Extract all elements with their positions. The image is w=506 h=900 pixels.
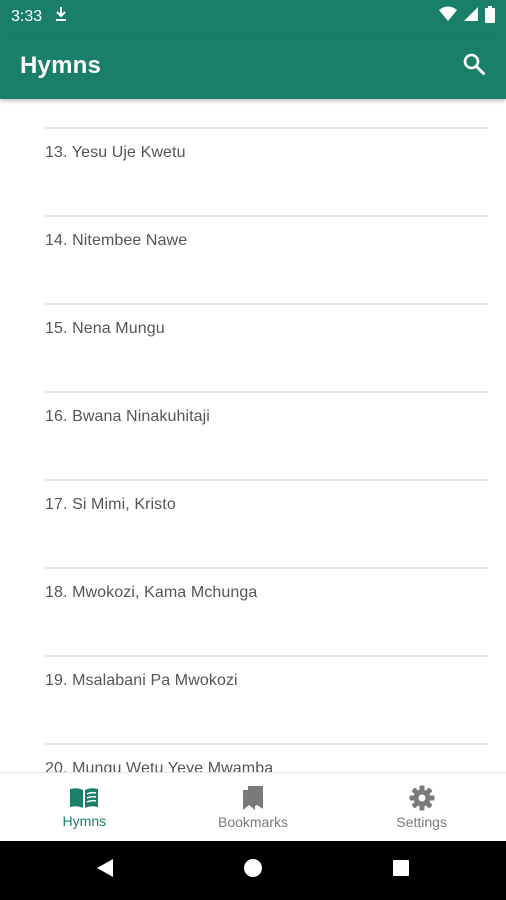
download-notification-icon <box>54 6 68 27</box>
hymn-list[interactable]: 13. Yesu Uje Kwetu 14. Nitembee Nawe 15.… <box>0 99 506 772</box>
nav-item-settings[interactable]: Settings <box>337 773 506 841</box>
status-time: 3:33 <box>11 7 43 25</box>
hymn-title: 17. Si Mimi, Kristo <box>45 496 176 513</box>
divider <box>45 215 487 217</box>
hymn-title: 19. Msalabani Pa Mwokozi <box>45 672 238 689</box>
search-button[interactable] <box>460 52 488 80</box>
nav-item-hymns[interactable]: Hymns <box>0 773 169 841</box>
app-bar: Hymns <box>0 33 506 99</box>
nav-label-hymns: Hymns <box>62 812 107 829</box>
back-button[interactable] <box>31 858 179 883</box>
divider <box>45 655 487 657</box>
bottom-navigation: Hymns Bookmarks Settings <box>0 772 506 841</box>
list-item[interactable]: 15. Nena Mungu <box>0 303 506 391</box>
page-title: Hymns <box>20 52 102 79</box>
recents-button[interactable] <box>327 859 475 882</box>
bookmarks-icon <box>241 785 265 811</box>
back-icon <box>96 858 114 883</box>
list-item[interactable]: 20. Mungu Wetu Yeye Mwamba <box>0 743 506 772</box>
nav-label-bookmarks: Bookmarks <box>217 813 289 830</box>
nav-item-bookmarks[interactable]: Bookmarks <box>169 773 338 841</box>
list-item[interactable]: 14. Nitembee Nawe <box>0 215 506 303</box>
divider <box>45 303 487 305</box>
nav-label-settings: Settings <box>396 813 447 830</box>
battery-icon <box>485 5 495 28</box>
list-item[interactable]: 13. Yesu Uje Kwetu <box>0 127 506 215</box>
divider <box>45 391 487 393</box>
book-icon <box>69 786 99 810</box>
hymn-title: 18. Mwokozi, Kama Mchunga <box>45 584 258 601</box>
list-item[interactable]: 16. Bwana Ninakuhitaji <box>0 391 506 479</box>
status-right <box>439 5 495 28</box>
list-item[interactable]: 18. Mwokozi, Kama Mchunga <box>0 567 506 655</box>
search-icon <box>462 52 486 81</box>
status-bar: 3:33 <box>0 0 506 33</box>
hymn-title: 13. Yesu Uje Kwetu <box>45 144 186 161</box>
wifi-icon <box>439 6 457 27</box>
hymn-title: 16. Bwana Ninakuhitaji <box>45 408 210 425</box>
hymn-title: 14. Nitembee Nawe <box>45 232 188 249</box>
hymn-list-inner: 13. Yesu Uje Kwetu 14. Nitembee Nawe 15.… <box>0 127 506 772</box>
status-left: 3:33 <box>11 6 68 27</box>
system-navigation-bar <box>0 841 506 900</box>
divider <box>45 567 487 569</box>
recents-icon <box>392 859 410 882</box>
list-item[interactable]: 19. Msalabani Pa Mwokozi <box>0 655 506 743</box>
home-icon <box>243 858 263 883</box>
list-item[interactable]: 17. Si Mimi, Kristo <box>0 479 506 567</box>
hymn-title: 20. Mungu Wetu Yeye Mwamba <box>45 760 274 772</box>
signal-icon <box>463 6 479 27</box>
gear-icon <box>409 785 435 811</box>
hymn-title: 15. Nena Mungu <box>45 320 165 337</box>
divider <box>45 479 487 481</box>
home-button[interactable] <box>179 858 327 883</box>
divider <box>45 127 487 129</box>
divider <box>45 743 487 745</box>
